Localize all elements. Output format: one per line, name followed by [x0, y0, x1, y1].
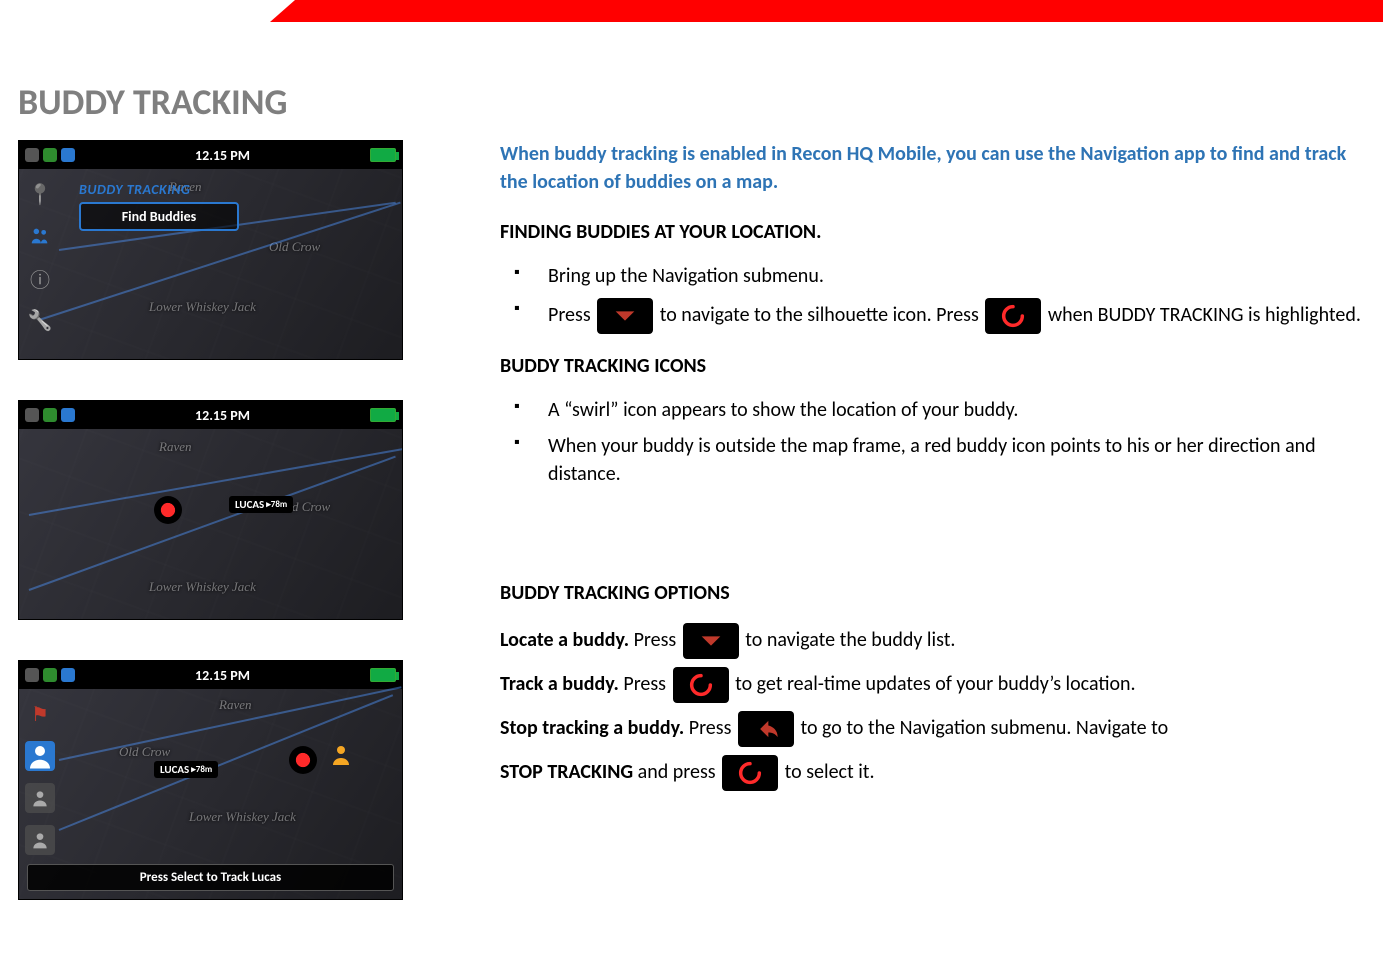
option-locate: Locate a buddy. Press to navigate the bu…	[500, 623, 1373, 659]
option-label: Track a buddy.	[500, 672, 619, 696]
trail-line	[29, 456, 396, 591]
select-swirl-icon	[673, 667, 729, 703]
find-buddies-button[interactable]: Find Buddies	[79, 202, 239, 231]
person-icon[interactable]	[25, 783, 55, 813]
intro-text: When buddy tracking is enabled in Recon …	[500, 140, 1373, 196]
down-chevron-icon	[597, 298, 653, 334]
flag-icon[interactable]	[25, 699, 55, 729]
menu-title: BUDDY TRACKING	[79, 181, 239, 198]
info-icon[interactable]	[25, 263, 55, 293]
battery-icon	[370, 148, 396, 162]
page-title: BUDDY TRACKING	[18, 80, 287, 124]
buddy-tag[interactable]: LUCAS ▸78m	[154, 761, 218, 778]
map-trail-label: Raven	[219, 697, 251, 713]
step-text: to navigate to the silhouette icon. Pres…	[660, 303, 984, 327]
screenshot-track-buddy: 12.15 PM Raven Old Crow Lower Whiskey Ja…	[18, 660, 403, 900]
step-item: Bring up the Navigation submenu.	[500, 262, 1373, 290]
body-copy: When buddy tracking is enabled in Recon …	[500, 140, 1373, 799]
map-trail-label: Lower Whiskey Jack	[149, 299, 256, 315]
status-bt-icon	[61, 668, 75, 682]
option-text: to go to the Navigation submenu. Navigat…	[800, 716, 1168, 740]
status-bt-icon	[61, 408, 75, 422]
buddy-name: LUCAS	[235, 498, 264, 511]
settings-icon[interactable]	[25, 305, 55, 335]
status-dot-icon	[25, 408, 39, 422]
header-accent	[270, 0, 1383, 22]
map-trail-label: Lower Whiskey Jack	[149, 579, 256, 595]
option-text: to navigate the buddy list.	[745, 628, 955, 652]
screenshot-find-buddies: 12.15 PM Raven Old Crow Lower Whiskey Ja…	[18, 140, 403, 360]
section-heading-icons: BUDDY TRACKING ICONS	[500, 352, 1373, 380]
screenshot-buddy-on-map: 12.15 PM Raven Old Crow Lower Whiskey Ja…	[18, 400, 403, 620]
buddy-person-icon[interactable]	[329, 743, 353, 767]
track-prompt-banner: Press Select to Track Lucas	[27, 864, 394, 891]
map-background: Raven Old Crow Lower Whiskey Jack	[19, 429, 402, 619]
buddy-swirl-icon[interactable]	[289, 746, 317, 774]
pin-icon[interactable]	[25, 179, 55, 209]
step-text: Bring up the Navigation submenu.	[548, 264, 824, 288]
buddy-icon-selected[interactable]	[25, 741, 55, 771]
option-label: STOP TRACKING	[500, 760, 633, 784]
note-item: A “swirl” icon appears to show the locat…	[500, 396, 1373, 424]
trail-line	[29, 448, 403, 516]
option-label: Stop tracking a buddy.	[500, 716, 684, 740]
note-item: When your buddy is outside the map frame…	[500, 432, 1373, 488]
option-stop: Stop tracking a buddy. Press to go to th…	[500, 711, 1373, 747]
select-swirl-icon	[722, 755, 778, 791]
status-icons	[25, 148, 75, 162]
option-text: Press	[689, 716, 736, 740]
status-time: 12.15 PM	[195, 667, 250, 684]
status-dot-icon	[25, 148, 39, 162]
header-bar	[0, 0, 1383, 22]
status-bar: 12.15 PM	[19, 401, 402, 429]
status-time: 12.15 PM	[195, 147, 250, 164]
battery-icon	[370, 668, 396, 682]
option-text: to select it.	[785, 760, 875, 784]
buddy-distance: ▸78m	[191, 764, 212, 775]
status-dot-icon	[25, 668, 39, 682]
battery-icon	[370, 408, 396, 422]
map-trail-label: Raven	[159, 439, 191, 455]
step-item: Press to navigate to the silhouette icon…	[500, 298, 1373, 334]
option-text: to get real-time updates of your buddy’s…	[735, 672, 1136, 696]
buddy-icon[interactable]	[25, 221, 55, 251]
status-gps-icon	[43, 668, 57, 682]
screenshots-column: 12.15 PM Raven Old Crow Lower Whiskey Ja…	[18, 140, 403, 940]
buddy-swirl-icon[interactable]	[154, 496, 182, 524]
status-icons	[25, 668, 75, 682]
option-text: and press	[638, 760, 720, 784]
status-time: 12.15 PM	[195, 407, 250, 424]
down-chevron-icon	[683, 623, 739, 659]
status-gps-icon	[43, 148, 57, 162]
option-text: Press	[634, 628, 681, 652]
map-trail-label: Lower Whiskey Jack	[189, 809, 296, 825]
option-label: Locate a buddy.	[500, 628, 629, 652]
note-text: When your buddy is outside the map frame…	[548, 434, 1316, 486]
icons-notes-list: A “swirl” icon appears to show the locat…	[500, 396, 1373, 488]
option-track: Track a buddy. Press to get real-time up…	[500, 667, 1373, 703]
step-text: Press	[548, 303, 595, 327]
status-bar: 12.15 PM	[19, 141, 402, 169]
section-heading-options: BUDDY TRACKING OPTIONS	[500, 579, 1373, 607]
person-icon[interactable]	[25, 825, 55, 855]
buddy-distance: ▸78m	[266, 499, 287, 510]
buddy-tracking-menu: BUDDY TRACKING Find Buddies	[79, 181, 239, 231]
status-bar: 12.15 PM	[19, 661, 402, 689]
select-swirl-icon	[985, 298, 1041, 334]
step-text: when BUDDY TRACKING is highlighted.	[1048, 303, 1361, 327]
buddy-name: LUCAS	[160, 763, 189, 776]
section-heading-finding: FINDING BUDDIES AT YOUR LOCATION.	[500, 218, 1373, 246]
option-text: Press	[623, 672, 670, 696]
status-gps-icon	[43, 408, 57, 422]
note-text: A “swirl” icon appears to show the locat…	[548, 398, 1018, 422]
status-bt-icon	[61, 148, 75, 162]
side-icon-rail	[19, 169, 67, 359]
finding-steps-list: Bring up the Navigation submenu. Press t…	[500, 262, 1373, 334]
buddy-tag[interactable]: LUCAS ▸78m	[229, 496, 293, 513]
status-icons	[25, 408, 75, 422]
back-arrow-icon	[738, 711, 794, 747]
option-stop-tracking: STOP TRACKING and press to select it.	[500, 755, 1373, 791]
